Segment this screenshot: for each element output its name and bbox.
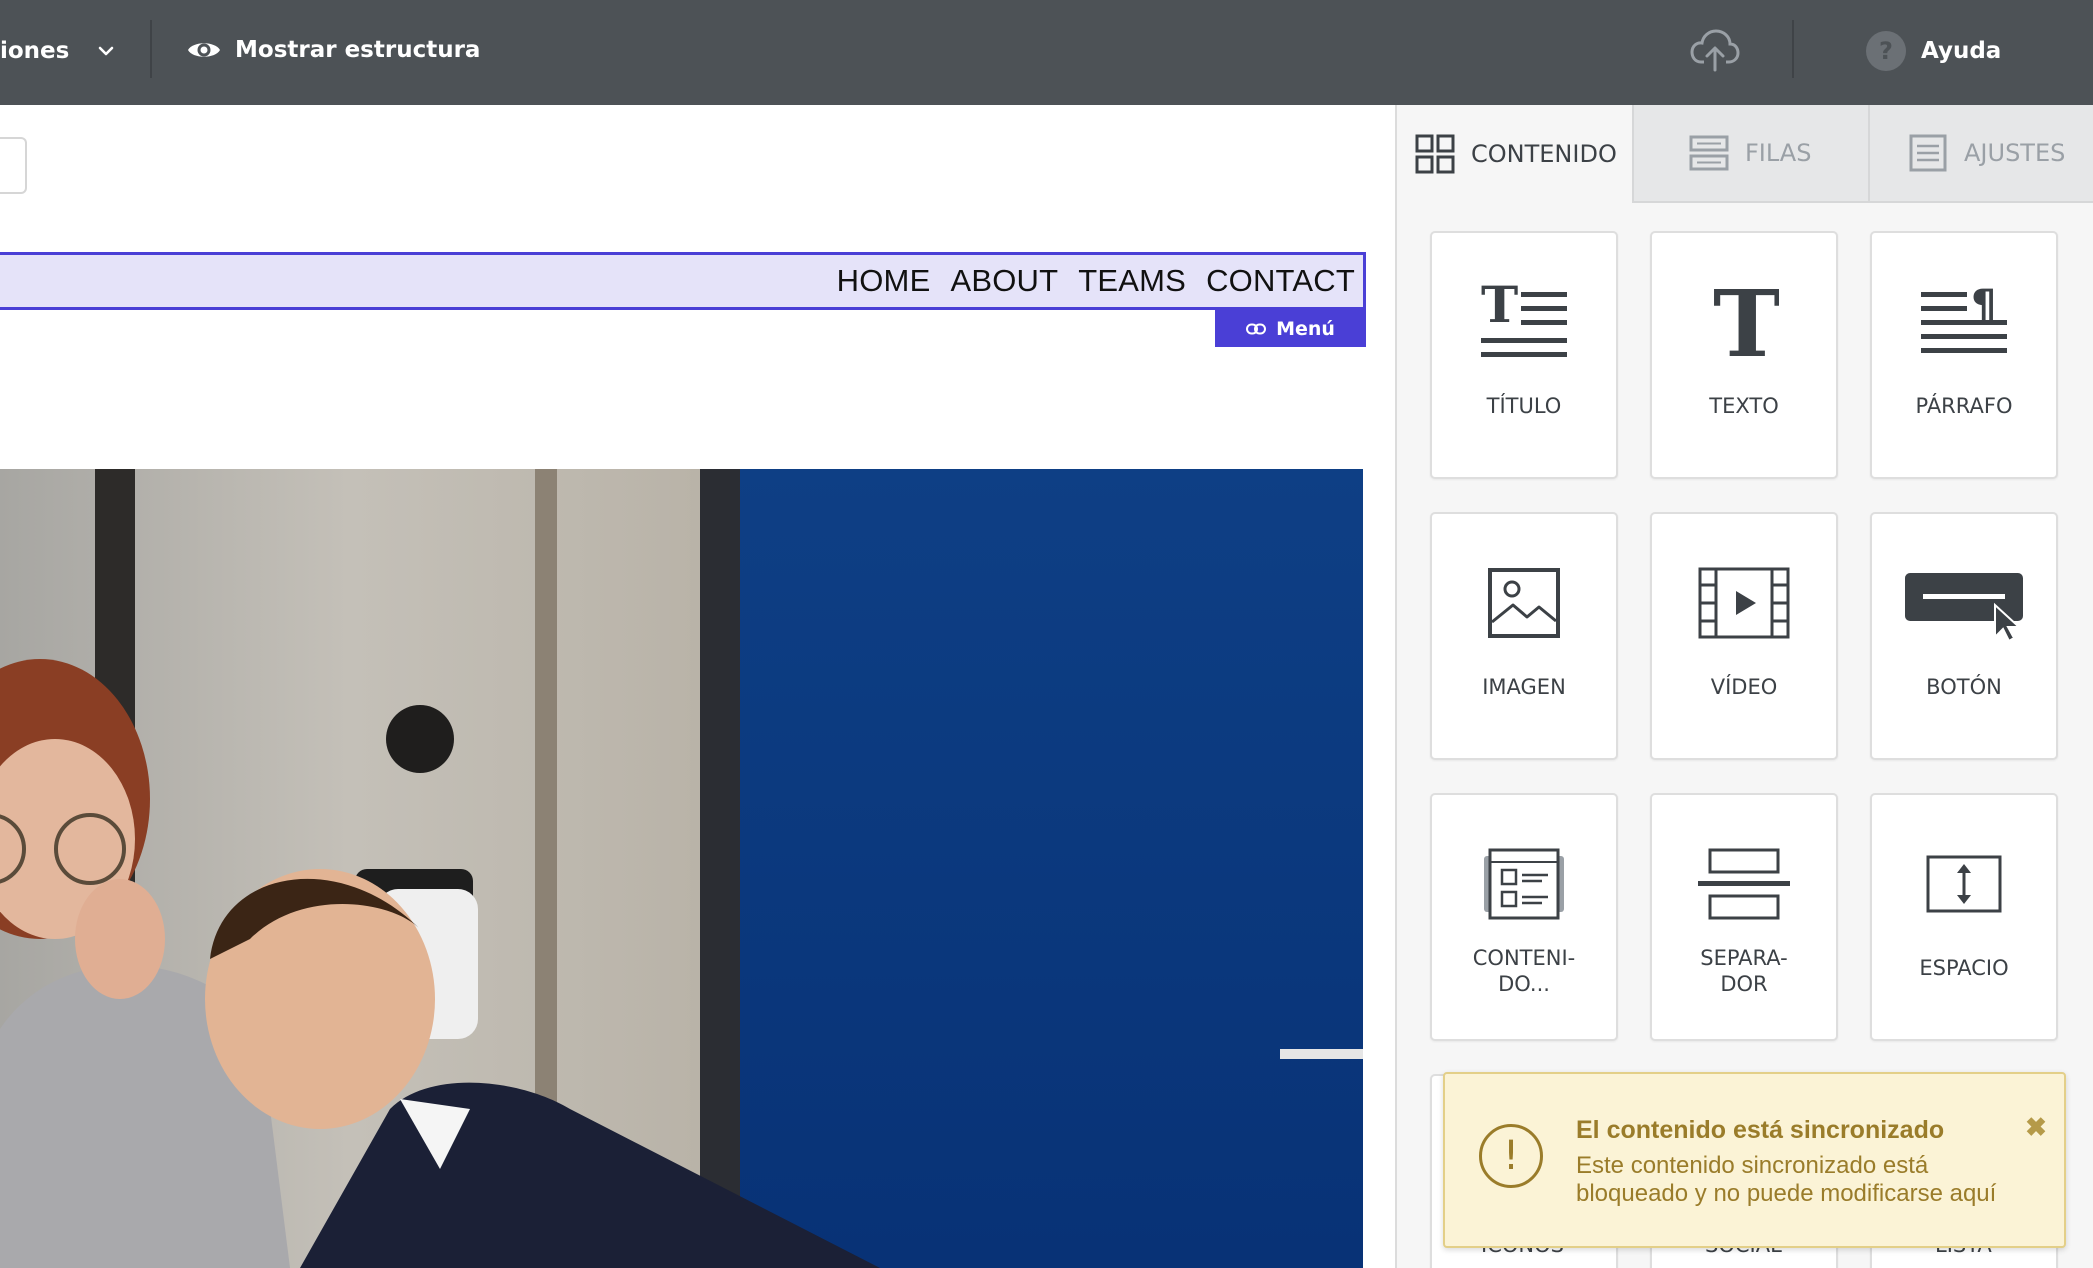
content-icon [1432, 839, 1616, 929]
cloud-upload-icon [1690, 29, 1740, 72]
help-label: Ayuda [1921, 38, 2002, 64]
navigation-menu-block[interactable]: HOME ABOUT TEAMS CONTACT [0, 252, 1366, 310]
tile-label: ESPACIO [1919, 956, 2009, 980]
separator-icon [1652, 839, 1836, 929]
nav-link-teams[interactable]: TEAMS [1078, 263, 1186, 299]
grid-icon [1415, 134, 1455, 174]
image-block-handle[interactable] [0, 137, 27, 194]
toast-title: El contenido está sincronizado [1576, 1116, 1945, 1144]
show-structure-label: Mostrar estructura [235, 37, 481, 63]
hero-image[interactable] [0, 469, 1363, 1268]
tile-label: IMAGEN [1482, 675, 1566, 699]
help-icon: ? [1866, 31, 1906, 71]
toolbar-divider [1792, 20, 1794, 78]
tab-rows[interactable]: FILAS [1632, 105, 1868, 203]
help-button[interactable]: ? Ayuda [1866, 30, 2001, 72]
options-dropdown[interactable]: iones [0, 33, 117, 69]
block-paragraph-tile[interactable]: ¶ PÁRRAFO [1870, 231, 2058, 479]
spacer-icon [1872, 839, 2056, 929]
tab-rows-label: FILAS [1745, 139, 1812, 167]
title-icon: T [1432, 277, 1616, 367]
editor-canvas: HOME ABOUT TEAMS CONTACT Menú [0, 105, 1395, 1268]
tile-label: CONTENI- DO... [1472, 946, 1576, 996]
block-text-tile[interactable]: T TEXTO [1650, 231, 1838, 479]
tile-label: TÍTULO [1486, 394, 1562, 418]
nav-link-home[interactable]: HOME [837, 263, 931, 299]
panel-tabs: CONTENIDO FILAS AJUSTES [1397, 105, 2093, 203]
button-icon [1872, 558, 2056, 648]
link-icon [1246, 323, 1267, 334]
close-icon[interactable]: ✖ [2023, 1112, 2049, 1142]
svg-text:T: T [1481, 282, 1518, 334]
chevron-down-icon [99, 46, 114, 56]
toolbar-divider [150, 20, 152, 78]
nav-link-contact[interactable]: CONTACT [1206, 263, 1355, 299]
tab-content[interactable]: CONTENIDO [1397, 105, 1632, 203]
svg-text:T: T [1713, 282, 1779, 362]
block-title-tile[interactable]: T TÍTULO [1430, 231, 1618, 479]
sync-warning-toast: ! El contenido está sincronizado Este co… [1443, 1072, 2066, 1248]
office-team-photo [0, 469, 1363, 1268]
warning-icon: ! [1479, 1124, 1543, 1188]
paragraph-icon: ¶ [1872, 277, 2056, 367]
rows-icon [1689, 133, 1729, 173]
tile-label: VÍDEO [1710, 675, 1778, 699]
settings-doc-icon [1908, 133, 1948, 173]
tile-label: SEPARA- DOR [1700, 946, 1788, 996]
block-separator-tile[interactable]: SEPARA- DOR [1650, 793, 1838, 1041]
block-video-tile[interactable]: VÍDEO [1650, 512, 1838, 760]
eye-icon [188, 43, 220, 57]
svg-text:¶: ¶ [1971, 282, 1996, 328]
block-spacer-tile[interactable]: ESPACIO [1870, 793, 2058, 1041]
video-icon [1652, 558, 1836, 648]
tile-label: PÁRRAFO [1915, 394, 2013, 418]
image-icon [1432, 558, 1616, 648]
block-button-tile[interactable]: BOTÓN [1870, 512, 2058, 760]
tab-settings[interactable]: AJUSTES [1868, 105, 2093, 203]
tab-content-label: CONTENIDO [1471, 140, 1617, 168]
tile-label: BOTÓN [1926, 675, 2002, 699]
text-icon: T [1652, 277, 1836, 367]
show-structure-button[interactable]: Mostrar estructura [187, 31, 480, 69]
top-toolbar: iones Mostrar estructura ? Ayuda [0, 0, 2093, 105]
options-label: iones [0, 38, 70, 64]
block-image-tile[interactable]: IMAGEN [1430, 512, 1618, 760]
tab-settings-label: AJUSTES [1964, 139, 2066, 167]
menu-block-tag[interactable]: Menú [1215, 310, 1366, 347]
cloud-upload-button[interactable] [1690, 28, 1740, 79]
nav-link-about[interactable]: ABOUT [950, 263, 1058, 299]
toast-message: Este contenido sincronizado está bloquea… [1576, 1152, 1997, 1207]
menu-tag-label: Menú [1276, 317, 1335, 340]
tile-label: TEXTO [1709, 394, 1779, 418]
block-content-tile[interactable]: CONTENI- DO... [1430, 793, 1618, 1041]
content-panel: CONTENIDO FILAS AJUSTES T TÍTULO T TEXTO… [1395, 105, 2093, 1268]
